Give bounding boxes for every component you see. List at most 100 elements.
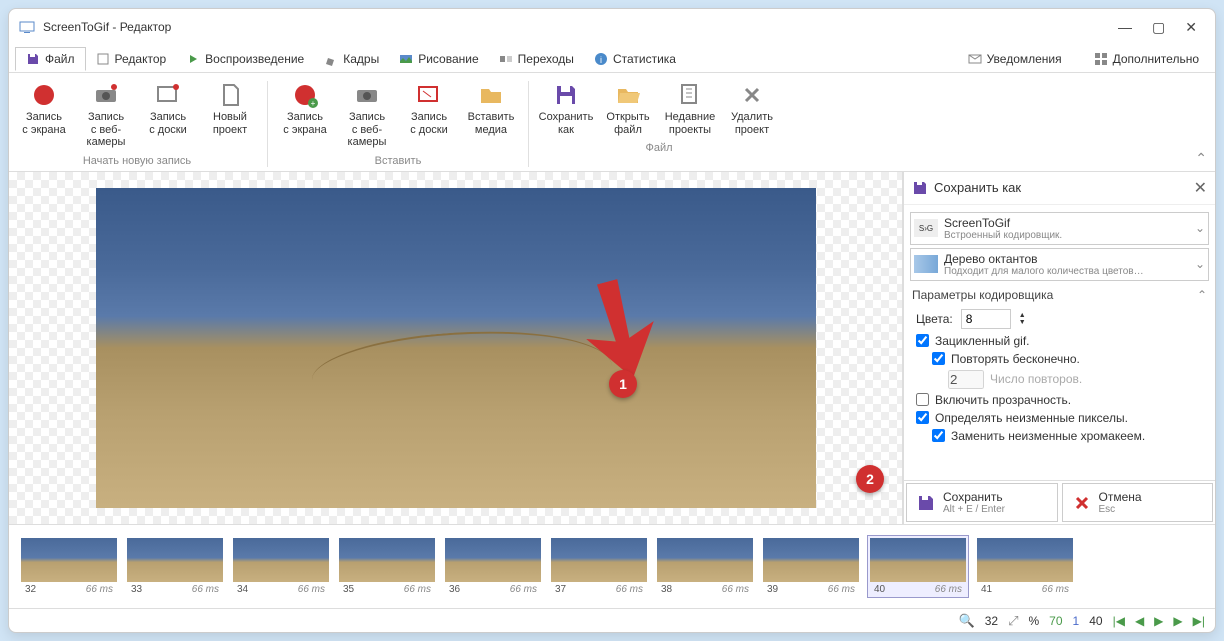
insert-webcam-button[interactable]: Запись с веб-камеры — [336, 77, 398, 153]
minimize-button[interactable]: — — [1118, 19, 1132, 36]
last-frame-button[interactable]: ▶| — [1193, 614, 1205, 628]
app-window: ScreenToGif - Редактор — ▢ ✕ Файл Редакт… — [8, 8, 1216, 633]
app-icon — [19, 19, 35, 35]
frame-duration: 66 ms — [935, 584, 962, 595]
encoder-params-header[interactable]: Параметры кодировщика ⌃ — [910, 284, 1209, 306]
encoder-selector[interactable]: S›G ScreenToGif Встроенный кодировщик. ⌄ — [910, 212, 1209, 245]
thumbnail-image — [657, 538, 753, 582]
frame-thumbnail[interactable]: 32 66 ms — [19, 536, 119, 597]
insert-board-button[interactable]: Запись с доски — [398, 77, 460, 153]
tab-drawing[interactable]: Рисование — [389, 48, 488, 70]
frame-duration: 66 ms — [722, 584, 749, 595]
tab-editor[interactable]: Редактор — [86, 48, 177, 70]
colors-input[interactable] — [961, 309, 1011, 329]
magnifier-icon[interactable]: 🔍 — [959, 613, 975, 629]
statusbar: 🔍 32 ⤢ % 70 1 40 |◀ ◀ ▶ ▶ ▶| — [9, 608, 1215, 632]
maximize-button[interactable]: ▢ — [1152, 19, 1165, 36]
prev-frame-button[interactable]: ◀ — [1135, 614, 1144, 628]
quantizer-selector[interactable]: Дерево октантов Подходит для малого коли… — [910, 248, 1209, 281]
tab-transitions[interactable]: Переходы — [489, 48, 584, 70]
chevron-down-icon: ⌄ — [1195, 257, 1205, 271]
panel-title: Сохранить как — [934, 180, 1021, 195]
ribbon-separator — [528, 81, 529, 167]
record-screen-button[interactable]: Запись с экрана — [13, 77, 75, 153]
frame-thumbnail[interactable]: 36 66 ms — [443, 536, 543, 597]
repeat-count-input — [948, 370, 984, 389]
transition-icon — [499, 52, 513, 66]
cancel-button[interactable]: Отмена Esc — [1062, 483, 1214, 522]
window-controls: — ▢ ✕ — [1118, 19, 1205, 36]
thumbnail-image — [127, 538, 223, 582]
image-icon — [399, 52, 413, 66]
save-icon — [26, 52, 40, 66]
record-board-button[interactable]: Запись с доски — [137, 77, 199, 153]
next-frame-button[interactable]: ▶ — [1173, 614, 1182, 628]
play-icon — [186, 52, 200, 66]
repeat-infinite-checkbox[interactable]: Повторять бесконечно. — [910, 350, 1209, 368]
frame-number: 36 — [449, 584, 460, 595]
frame-number: 34 — [237, 584, 248, 595]
panel-header: Сохранить как ✕ — [904, 172, 1215, 205]
tab-extras[interactable]: Дополнительно — [1084, 48, 1209, 70]
frames-strip[interactable]: 32 66 ms 33 66 ms 34 66 ms 35 66 ms 36 6… — [9, 524, 1215, 608]
ribbon-group-file: Сохранить как Открыть файл Недавние прое… — [531, 77, 787, 171]
save-as-panel: Сохранить как ✕ S›G ScreenToGif Встроенн… — [903, 172, 1215, 524]
pencil-icon — [324, 52, 338, 66]
spin-down-button[interactable]: ▼ — [1019, 319, 1026, 326]
frame-number: 37 — [555, 584, 566, 595]
tab-notifications[interactable]: Уведомления — [958, 48, 1072, 70]
preview-area: 1 — [9, 172, 903, 524]
palette-icon — [914, 255, 938, 273]
frame-thumbnail[interactable]: 35 66 ms — [337, 536, 437, 597]
transparency-checkbox[interactable]: Включить прозрачность. — [910, 391, 1209, 409]
record-webcam-button[interactable]: Запись с веб-камеры — [75, 77, 137, 153]
first-frame-button[interactable]: |◀ — [1113, 614, 1125, 628]
frame-duration: 66 ms — [1042, 584, 1069, 595]
insert-media-button[interactable]: Вставить медиа — [460, 77, 522, 153]
frame-number: 41 — [981, 584, 992, 595]
open-file-button[interactable]: Открыть файл — [597, 77, 659, 140]
close-button[interactable]: ✕ — [1185, 19, 1197, 36]
frame-thumbnail[interactable]: 38 66 ms — [655, 536, 755, 597]
svg-text:+: + — [311, 99, 316, 108]
fit-icon[interactable]: ⤢ — [1008, 613, 1018, 629]
recent-projects-button[interactable]: Недавние проекты — [659, 77, 721, 140]
delete-icon — [738, 81, 766, 109]
frame-thumbnail[interactable]: 41 66 ms — [975, 536, 1075, 597]
zoom-value: 32 — [985, 614, 998, 628]
tab-frames[interactable]: Кадры — [314, 48, 389, 70]
frame-duration: 66 ms — [510, 584, 537, 595]
board-icon — [154, 81, 182, 109]
frame-duration: 66 ms — [616, 584, 643, 595]
looped-gif-checkbox[interactable]: Зацикленный gif. — [910, 332, 1209, 350]
ribbon-separator — [267, 81, 268, 167]
tab-playback[interactable]: Воспроизведение — [176, 48, 314, 70]
tab-file[interactable]: Файл — [15, 47, 86, 71]
save-as-button[interactable]: Сохранить как — [535, 77, 597, 140]
frame-current: 40 — [1089, 614, 1102, 628]
spin-up-button[interactable]: ▲ — [1019, 312, 1026, 319]
tab-statistics[interactable]: i Статистика — [584, 48, 686, 70]
chevron-up-icon: ⌃ — [1197, 288, 1207, 302]
frame-duration: 66 ms — [404, 584, 431, 595]
play-button[interactable]: ▶ — [1154, 614, 1163, 628]
ribbon-tabs: Файл Редактор Воспроизведение Кадры Рисо… — [9, 45, 1215, 73]
panel-close-button[interactable]: ✕ — [1194, 178, 1207, 198]
frame-duration: 66 ms — [192, 584, 219, 595]
delete-project-button[interactable]: Удалить проект — [721, 77, 783, 140]
frame-thumbnail[interactable]: 40 66 ms — [867, 535, 969, 598]
insert-screen-button[interactable]: + Запись с экрана — [274, 77, 336, 153]
frame-thumbnail[interactable]: 39 66 ms — [761, 536, 861, 597]
save-button[interactable]: Сохранить Alt + E / Enter — [906, 483, 1058, 522]
frame-thumbnail[interactable]: 33 66 ms — [125, 536, 225, 597]
frame-duration: 66 ms — [828, 584, 855, 595]
collapse-ribbon-button[interactable]: ⌃ — [1195, 150, 1207, 167]
replace-chroma-checkbox[interactable]: Заменить неизменные хромакеем. — [910, 427, 1209, 445]
selection-current: 70 — [1049, 614, 1062, 628]
ribbon-group-insert: + Запись с экрана Запись с веб-камеры За… — [270, 77, 526, 171]
encoder-icon: S›G — [914, 219, 938, 237]
frame-thumbnail[interactable]: 37 66 ms — [549, 536, 649, 597]
new-project-button[interactable]: Новый проект — [199, 77, 261, 153]
detect-unchanged-checkbox[interactable]: Определять неизменные пикселы. — [910, 409, 1209, 427]
frame-thumbnail[interactable]: 34 66 ms — [231, 536, 331, 597]
